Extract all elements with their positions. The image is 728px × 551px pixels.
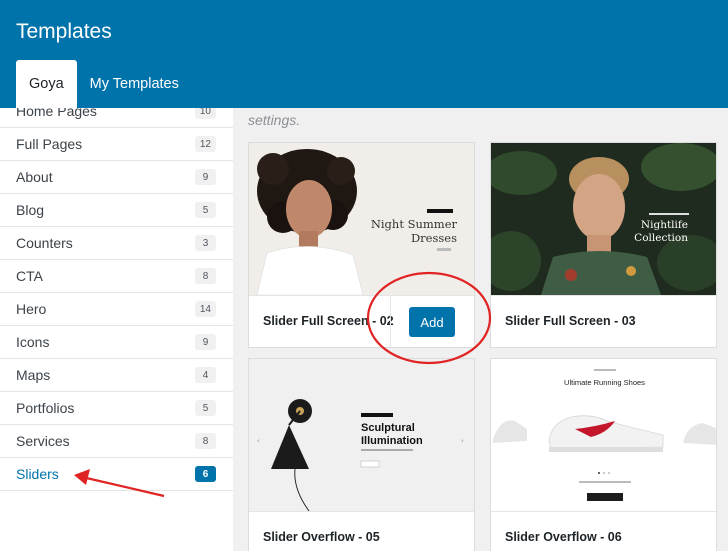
thumbnail-heading: Nightlife Collection [634, 219, 688, 245]
category-count: 4 [195, 367, 216, 383]
category-label: Home Pages [16, 108, 97, 119]
thumbnail-heading-line: Nightlife [640, 219, 688, 231]
category-sidebar: Home Pages 10 Full Pages 12 About 9 Blog… [0, 108, 233, 551]
category-item-icons[interactable]: Icons 9 [0, 326, 233, 359]
template-name: Slider Overflow - 05 [263, 530, 380, 544]
category-item-full-pages[interactable]: Full Pages 12 [0, 128, 233, 161]
template-name: Slider Overflow - 06 [505, 530, 622, 544]
thumbnail-heading: Ultimate Running Shoes [564, 378, 645, 387]
template-grid-area[interactable]: settings. Night Summer Dresses Slider Fu… [233, 108, 728, 551]
category-count: 12 [194, 136, 216, 152]
category-label: Counters [16, 235, 73, 251]
category-item-counters[interactable]: Counters 3 [0, 227, 233, 260]
category-label: Services [16, 433, 70, 449]
category-item-cta[interactable]: CTA 8 [0, 260, 233, 293]
category-count: 5 [195, 400, 216, 416]
intro-text: settings. [248, 112, 301, 128]
template-thumbnail[interactable]: ‹ › Ultimate Running Shoes [491, 359, 716, 511]
template-thumbnail[interactable]: Nightlife Collection [491, 143, 716, 295]
category-item-home-pages[interactable]: Home Pages 10 [0, 108, 233, 128]
template-card-footer: Slider Overflow - 05 [249, 511, 474, 551]
category-count: 8 [195, 433, 216, 449]
thumbnail-heading-line: Sculptural [361, 422, 415, 434]
tab-goya[interactable]: Goya [16, 60, 77, 108]
template-card-footer: Slider Full Screen - 02 Add [249, 295, 474, 347]
category-list: Home Pages 10 Full Pages 12 About 9 Blog… [0, 108, 233, 491]
template-card-footer: Slider Overflow - 06 [491, 511, 716, 551]
thumbnail-heading-line: Night Summer [370, 217, 457, 231]
template-card-slider-overflow-05[interactable]: ‹ › Sculptural Illumination Slider Overf… [248, 358, 475, 551]
category-count: 14 [194, 301, 216, 317]
category-label: CTA [16, 268, 43, 284]
modal-title: Templates [16, 20, 112, 43]
modal-header: Templates Goya My Templates [0, 0, 728, 108]
template-thumbnail[interactable]: Night Summer Dresses [249, 143, 474, 295]
category-count: 5 [195, 202, 216, 218]
thumbnail-heading-line: Dresses [410, 231, 457, 245]
category-label: Sliders [16, 466, 59, 482]
category-count: 3 [195, 235, 216, 251]
category-item-about[interactable]: About 9 [0, 161, 233, 194]
thumbnail-heading: Night Summer Dresses [371, 217, 457, 245]
template-card-slider-full-screen-02[interactable]: Night Summer Dresses Slider Full Screen … [248, 142, 475, 348]
template-card-slider-full-screen-03[interactable]: Nightlife Collection Slider Full Screen … [490, 142, 717, 348]
thumbnail-heading-line: Illumination [361, 435, 423, 447]
divider [390, 296, 391, 347]
tab-my-templates[interactable]: My Templates [77, 60, 192, 108]
category-count: 10 [194, 108, 216, 119]
thumbnail-heading: Sculptural Illumination [361, 422, 423, 448]
category-label: Portfolios [16, 400, 75, 416]
svg-text:‹: ‹ [257, 437, 260, 445]
category-count: 9 [195, 169, 216, 185]
template-name: Slider Full Screen - 02 [263, 314, 394, 328]
category-label: Maps [16, 367, 51, 383]
category-label: About [16, 169, 53, 185]
template-card-footer: Slider Full Screen - 03 [491, 295, 716, 347]
category-item-maps[interactable]: Maps 4 [0, 359, 233, 392]
template-name: Slider Full Screen - 03 [505, 314, 636, 328]
thumbnail-heading-line: Collection [634, 232, 688, 244]
category-item-services[interactable]: Services 8 [0, 425, 233, 458]
template-tabs: Goya My Templates [16, 60, 192, 108]
category-label: Full Pages [16, 136, 83, 152]
template-card-slider-overflow-06[interactable]: ‹ › Ultimate Running Shoes Slider Overfl… [490, 358, 717, 551]
category-label: Hero [16, 301, 47, 317]
category-item-portfolios[interactable]: Portfolios 5 [0, 392, 233, 425]
category-count: 6 [195, 466, 216, 482]
category-count: 8 [195, 268, 216, 284]
add-template-button[interactable]: Add [409, 307, 455, 337]
svg-text:›: › [461, 437, 464, 445]
template-thumbnail[interactable]: ‹ › Sculptural Illumination [249, 359, 474, 511]
category-label: Icons [16, 334, 50, 350]
category-item-blog[interactable]: Blog 5 [0, 194, 233, 227]
category-count: 9 [195, 334, 216, 350]
category-item-sliders[interactable]: Sliders 6 [0, 458, 233, 491]
category-label: Blog [16, 202, 45, 218]
category-item-hero[interactable]: Hero 14 [0, 293, 233, 326]
